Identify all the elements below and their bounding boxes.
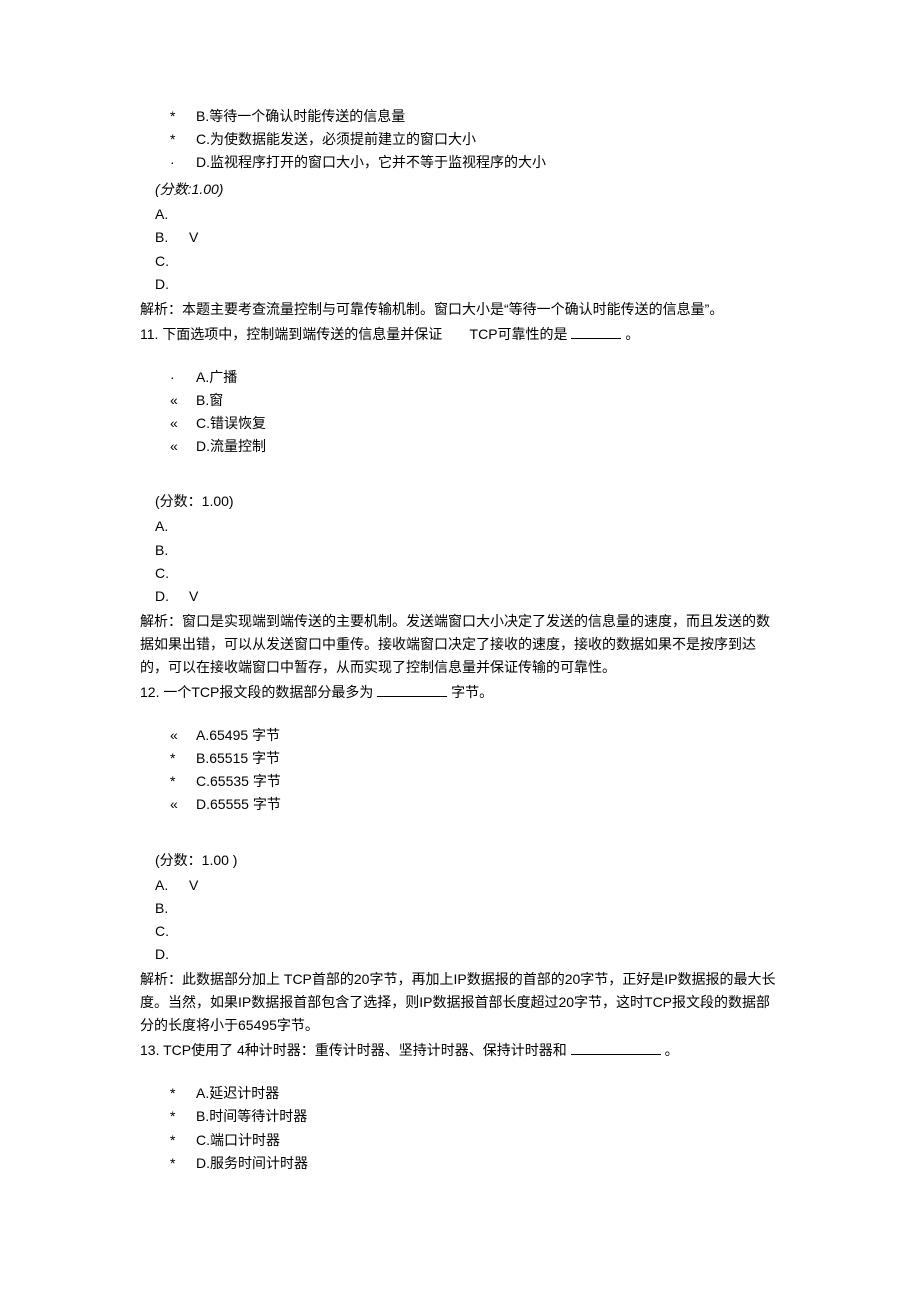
option-text: A.65495 字节 (196, 724, 280, 747)
q13-stem-prefix: 13. TCP使用了 4种计时器：重传计时器、坚持计时器、保持计时器和 (140, 1042, 567, 1058)
answer-c: C. (155, 250, 189, 273)
answer-d: D. (155, 585, 189, 608)
q10-score: (分数:1.00) (140, 178, 780, 201)
blank-fill (377, 682, 447, 697)
q10-answers: A. B. V C. D. (140, 203, 780, 295)
option-marker: · (170, 151, 196, 174)
option-text: C.为使数据能发送，必须提前建立的窗口大小 (196, 128, 476, 151)
option-marker: « (170, 724, 196, 747)
answer-b: B. (155, 539, 189, 562)
answer-a: A. (155, 203, 189, 226)
q11-stem: 11. 下面选项中，控制端到端传送的信息量并保证 TCP可靠性的是 。 (140, 323, 780, 346)
answer-c: C. (155, 562, 189, 585)
q11-stem-prefix: 11. 下面选项中，控制端到端传送的信息量并保证 (140, 326, 442, 342)
q13-option-a: * A.延迟计时器 (170, 1082, 780, 1105)
q13-options: * A.延迟计时器 * B.时间等待计时器 * C.端口计时器 * D.服务时间… (140, 1082, 780, 1174)
option-marker: * (170, 1105, 196, 1128)
option-marker: « (170, 793, 196, 816)
answer-a: A. (155, 874, 189, 897)
q10-option-b: * B.等待一个确认时能传送的信息量 (170, 105, 780, 128)
q12-option-c: * C.65535 字节 (170, 770, 780, 793)
q11-answers: A. B. C. D. V (140, 515, 780, 607)
q13-option-c: * C.端口计时器 (170, 1129, 780, 1152)
option-marker: * (170, 747, 196, 770)
q12-stem: 12. 一个TCP报文段的数据部分最多为 字节。 (140, 681, 780, 704)
q12-option-a: « A.65495 字节 (170, 724, 780, 747)
option-marker: « (170, 412, 196, 435)
q11-score: (分数：1.00) (140, 490, 780, 513)
option-marker: * (170, 770, 196, 793)
option-text: D.服务时间计时器 (196, 1152, 308, 1175)
option-text: C.65535 字节 (196, 770, 281, 793)
correct-mark: V (189, 585, 209, 608)
q11-explanation: 解析：窗口是实现端到端传送的主要机制。发送端窗口大小决定了发送的信息量的速度，而… (140, 610, 780, 679)
option-text: D.65555 字节 (196, 793, 281, 816)
q10-option-d: · D.监视程序打开的窗口大小，它并不等于监视程序的大小 (170, 151, 780, 174)
answer-a: A. (155, 515, 189, 538)
option-marker: * (170, 105, 196, 128)
option-text: B.窗 (196, 389, 223, 412)
option-marker: * (170, 1152, 196, 1175)
q11-options: · A.广播 « B.窗 « C.错误恢复 « D.流量控制 (140, 366, 780, 458)
answer-b: B. (155, 226, 189, 249)
q12-options: « A.65495 字节 * B.65515 字节 * C.65535 字节 «… (140, 724, 780, 816)
option-text: B.等待一个确认时能传送的信息量 (196, 105, 405, 128)
q12-answers: A. V B. C. D. (140, 874, 780, 966)
blank-fill (571, 1040, 661, 1055)
correct-mark: V (189, 226, 209, 249)
q10-explanation: 解析：本题主要考查流量控制与可靠传输机制。窗口大小是“等待一个确认时能传送的信息… (140, 298, 780, 321)
q12-stem-suffix: 字节。 (451, 684, 493, 700)
q13-stem: 13. TCP使用了 4种计时器：重传计时器、坚持计时器、保持计时器和 。 (140, 1039, 780, 1062)
option-text: B.65515 字节 (196, 747, 280, 770)
q11-option-d: « D.流量控制 (170, 435, 780, 458)
option-marker: « (170, 435, 196, 458)
option-text: C.端口计时器 (196, 1129, 280, 1152)
option-marker: * (170, 128, 196, 151)
option-marker: * (170, 1129, 196, 1152)
answer-d: D. (155, 273, 189, 296)
q11-option-b: « B.窗 (170, 389, 780, 412)
option-marker: « (170, 389, 196, 412)
q10-option-c: * C.为使数据能发送，必须提前建立的窗口大小 (170, 128, 780, 151)
q12-option-b: * B.65515 字节 (170, 747, 780, 770)
option-text: B.时间等待计时器 (196, 1105, 307, 1128)
answer-b: B. (155, 897, 189, 920)
q13-stem-suffix: 。 (665, 1042, 679, 1058)
q12-stem-prefix: 12. 一个TCP报文段的数据部分最多为 (140, 684, 373, 700)
q12-option-d: « D.65555 字节 (170, 793, 780, 816)
q11-stem-mid: TCP可靠性的是 (470, 326, 568, 342)
q10-options-tail: * B.等待一个确认时能传送的信息量 * C.为使数据能发送，必须提前建立的窗口… (140, 105, 780, 174)
option-text: C.错误恢复 (196, 412, 266, 435)
q12-explanation: 解析：此数据部分加上 TCP首部的20字节，再加上IP数据报的首部的20字节，正… (140, 968, 780, 1037)
q13-option-b: * B.时间等待计时器 (170, 1105, 780, 1128)
q12-score: (分数：1.00 ) (140, 849, 780, 872)
answer-d: D. (155, 943, 189, 966)
q11-option-a: · A.广播 (170, 366, 780, 389)
document-page: * B.等待一个确认时能传送的信息量 * C.为使数据能发送，必须提前建立的窗口… (0, 0, 920, 1303)
option-marker: * (170, 1082, 196, 1105)
correct-mark: V (189, 874, 209, 897)
blank-fill (571, 324, 621, 339)
q11-stem-suffix: 。 (625, 326, 639, 342)
option-text: D.流量控制 (196, 435, 266, 458)
q11-option-c: « C.错误恢复 (170, 412, 780, 435)
option-marker: · (170, 366, 196, 389)
answer-c: C. (155, 920, 189, 943)
option-text: A.广播 (196, 366, 237, 389)
option-text: A.延迟计时器 (196, 1082, 279, 1105)
q13-option-d: * D.服务时间计时器 (170, 1152, 780, 1175)
option-text: D.监视程序打开的窗口大小，它并不等于监视程序的大小 (196, 151, 546, 174)
